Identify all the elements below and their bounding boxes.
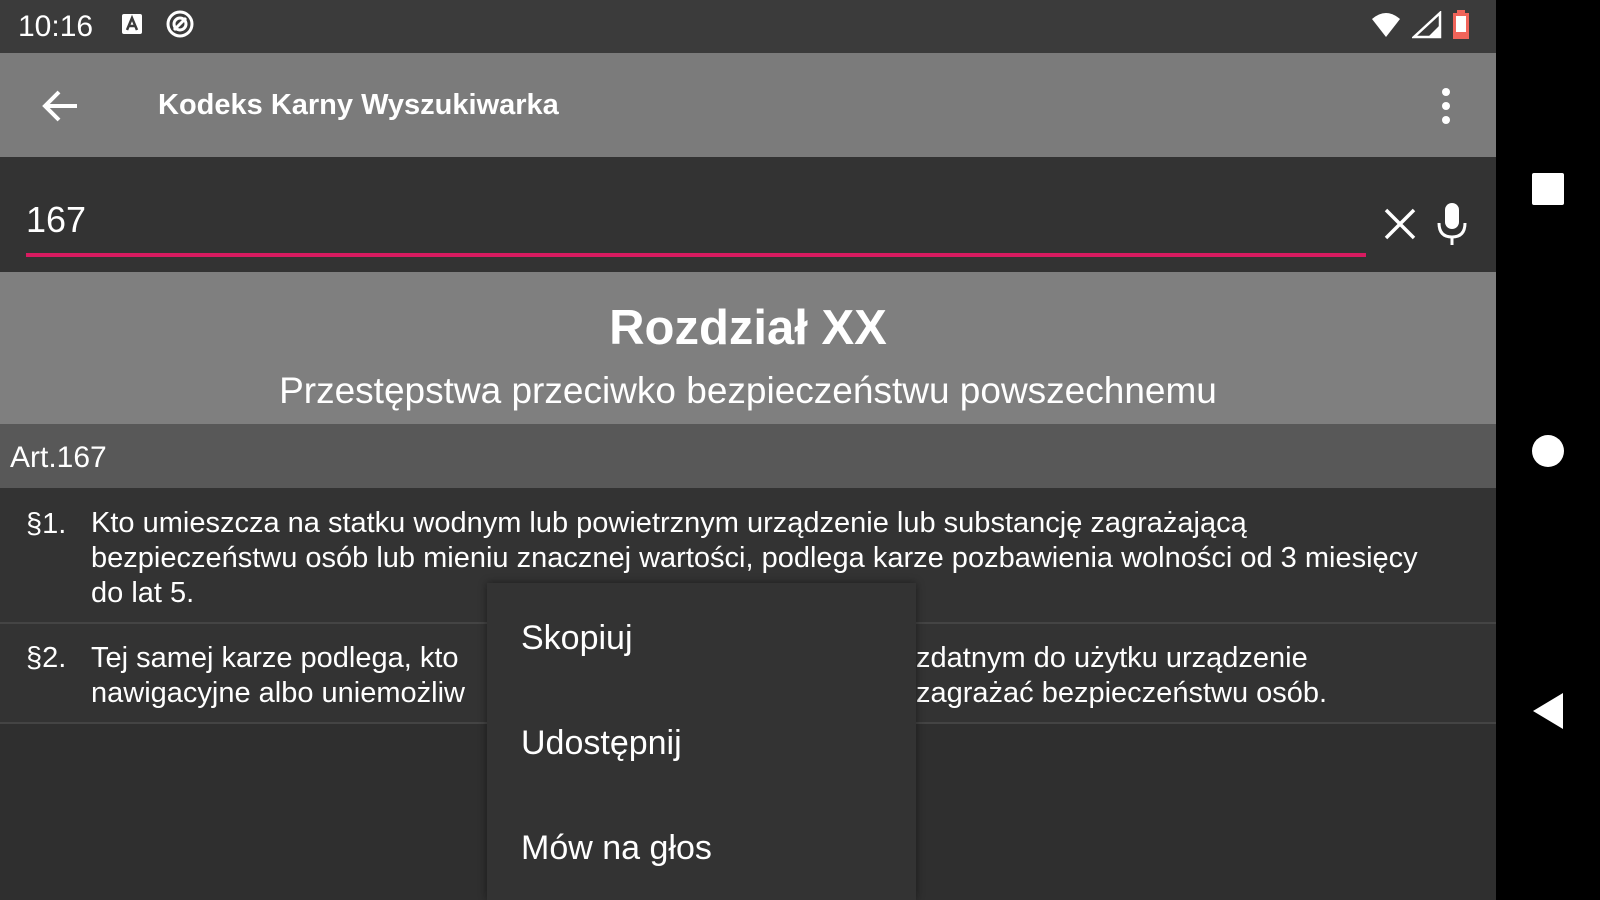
- notification-a-icon: [121, 13, 143, 40]
- paragraph-text-line1-right: zdatnym do użytku urządzenie: [916, 642, 1308, 674]
- paragraph-number: §2.: [26, 642, 67, 674]
- signal-icon: [1410, 10, 1442, 44]
- clear-search-button[interactable]: [1378, 202, 1422, 246]
- status-time: 10:16: [18, 9, 94, 43]
- home-button[interactable]: [1496, 434, 1600, 468]
- context-menu: Skopiuj Udostępnij Mów na głos: [487, 583, 916, 900]
- paragraph-text-line2-left: nawigacyjne albo uniemożliw: [91, 677, 465, 709]
- recents-square-icon: [1532, 173, 1564, 205]
- chapter-title: Rozdział XX: [609, 301, 887, 355]
- recents-button[interactable]: [1496, 172, 1600, 206]
- more-vert-icon: [1442, 88, 1450, 124]
- home-circle-icon: [1532, 435, 1564, 467]
- mic-icon: [1437, 203, 1467, 245]
- paragraph-text-line2-right: zagrażać bezpieczeństwu osób.: [916, 677, 1328, 709]
- app-title: Kodeks Karny Wyszukiwarka: [158, 89, 559, 121]
- app-bar: Kodeks Karny Wyszukiwarka: [0, 53, 1496, 157]
- chapter-header: Rozdział XX Przestępstwa przeciwko bezpi…: [0, 272, 1496, 424]
- battery-low-icon: [1452, 10, 1470, 45]
- search-area: [0, 157, 1496, 272]
- article-header: Art.167: [0, 424, 1496, 488]
- back-button[interactable]: [36, 81, 86, 131]
- article-label: Art.167: [10, 441, 107, 474]
- menu-item-speak[interactable]: Mów na głos: [521, 829, 712, 868]
- close-icon: [1384, 208, 1416, 240]
- more-options-button[interactable]: [1426, 81, 1466, 131]
- back-triangle-icon: [1533, 693, 1563, 729]
- navigation-bar: [1496, 0, 1600, 900]
- menu-item-copy[interactable]: Skopiuj: [521, 619, 633, 658]
- sync-icon: [165, 9, 195, 44]
- nav-back-button[interactable]: [1496, 692, 1600, 730]
- paragraph-number: §1.: [26, 508, 67, 540]
- voice-search-button[interactable]: [1430, 199, 1474, 249]
- status-icons-left: [121, 9, 195, 44]
- status-bar: 10:16: [0, 0, 1496, 53]
- search-underline: [26, 253, 1366, 257]
- status-icons-right: [1370, 10, 1470, 45]
- search-input[interactable]: [26, 195, 1366, 245]
- wifi-icon: [1370, 11, 1402, 44]
- paragraph-text-line1-left: Tej samej karze podlega, kto: [91, 642, 459, 674]
- menu-item-share[interactable]: Udostępnij: [521, 724, 682, 763]
- chapter-subtitle: Przestępstwa przeciwko bezpieczeństwu po…: [279, 370, 1217, 411]
- arrow-left-icon: [42, 90, 77, 122]
